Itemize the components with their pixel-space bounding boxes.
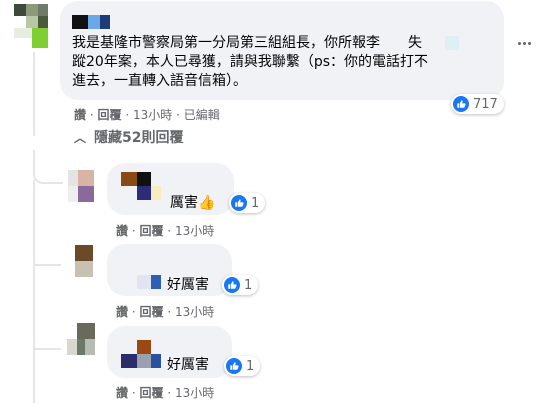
comment-actions: 讚 · 回覆 · 13小時 · 已編輯	[74, 108, 220, 122]
reply-bubble: 好厲害	[107, 244, 232, 296]
reaction-count: 717	[473, 96, 498, 112]
timestamp[interactable]: 13小時	[175, 305, 214, 319]
reply-text: 好厲害	[167, 357, 209, 373]
reply-text: 好厲害	[167, 277, 209, 293]
reply-link[interactable]: 回覆	[97, 108, 121, 122]
reaction-count: 1	[244, 277, 253, 293]
hide-replies-label: 隱藏52則回覆	[94, 130, 184, 146]
comment-line: 我是基隆市警察局第一分局第三組組長，你所報李 失	[72, 35, 422, 51]
comment-bubble: 我是基隆市警察局第一分局第三組組長，你所報李 失 蹤20年案，本人已尋獲，請與我…	[60, 1, 504, 100]
redacted-name[interactable]	[121, 172, 167, 202]
timestamp[interactable]: 13小時	[175, 386, 214, 400]
redacted-name	[445, 36, 459, 50]
avatar[interactable]	[75, 245, 93, 277]
reply-actions: 讚 · 回覆 · 13小時	[116, 224, 215, 238]
reply-link[interactable]: 回覆	[139, 386, 163, 400]
reaction-summary[interactable]: 1	[229, 193, 266, 213]
reply-actions: 讚 · 回覆 · 13小時	[116, 305, 215, 319]
like-icon	[453, 96, 469, 112]
timestamp[interactable]: 13小時	[133, 108, 172, 122]
like-icon	[231, 195, 247, 211]
thread-connector	[33, 334, 61, 350]
edited-label: 已編輯	[183, 108, 220, 122]
reaction-summary[interactable]: 717	[451, 94, 504, 114]
redacted-name[interactable]	[121, 340, 167, 370]
avatar[interactable]	[67, 323, 97, 355]
reply-bubble: 厲害👍	[107, 163, 234, 215]
avatar[interactable]	[68, 170, 94, 202]
thumbs-up-emoji: 👍	[198, 195, 216, 211]
reply-link[interactable]: 回覆	[139, 305, 163, 319]
comment-line: 蹤20年案，本人已尋獲，請與我聯繫（ps：你的電話打不	[72, 54, 428, 70]
like-icon	[226, 358, 242, 374]
reply-link[interactable]: 回覆	[139, 224, 163, 238]
like-link[interactable]: 讚	[116, 386, 128, 400]
thread-connector	[33, 150, 63, 184]
chevron-up-icon: ︿	[74, 130, 87, 145]
timestamp[interactable]: 13小時	[175, 224, 214, 238]
avatar[interactable]	[14, 4, 48, 48]
redacted-name[interactable]	[137, 275, 161, 289]
thread-connector	[33, 180, 35, 403]
reply-text: 厲害	[170, 195, 198, 211]
reply-actions: 讚 · 回覆 · 13小時	[116, 386, 215, 400]
like-link[interactable]: 讚	[116, 224, 128, 238]
reply-bubble: 好厲害	[107, 326, 232, 378]
comment-line: 進去，一直轉入語音信箱）。	[72, 73, 247, 89]
hide-replies-button[interactable]: ︿ 隱藏52則回覆	[74, 127, 184, 147]
like-icon	[224, 277, 240, 293]
like-link[interactable]: 讚	[74, 108, 86, 122]
reaction-summary[interactable]: 1	[224, 356, 261, 376]
like-link[interactable]: 讚	[116, 305, 128, 319]
reaction-count: 1	[251, 195, 260, 211]
comment-text: 我是基隆市警察局第一分局第三組組長，你所報李 失 蹤20年案，本人已尋獲，請與我…	[72, 34, 492, 91]
redacted-name[interactable]	[72, 13, 112, 29]
thread-connector	[33, 52, 65, 136]
reaction-count: 1	[246, 358, 255, 374]
thread-connector	[33, 250, 61, 266]
reaction-summary[interactable]: 1	[222, 275, 259, 295]
more-options-icon[interactable]	[518, 42, 532, 46]
